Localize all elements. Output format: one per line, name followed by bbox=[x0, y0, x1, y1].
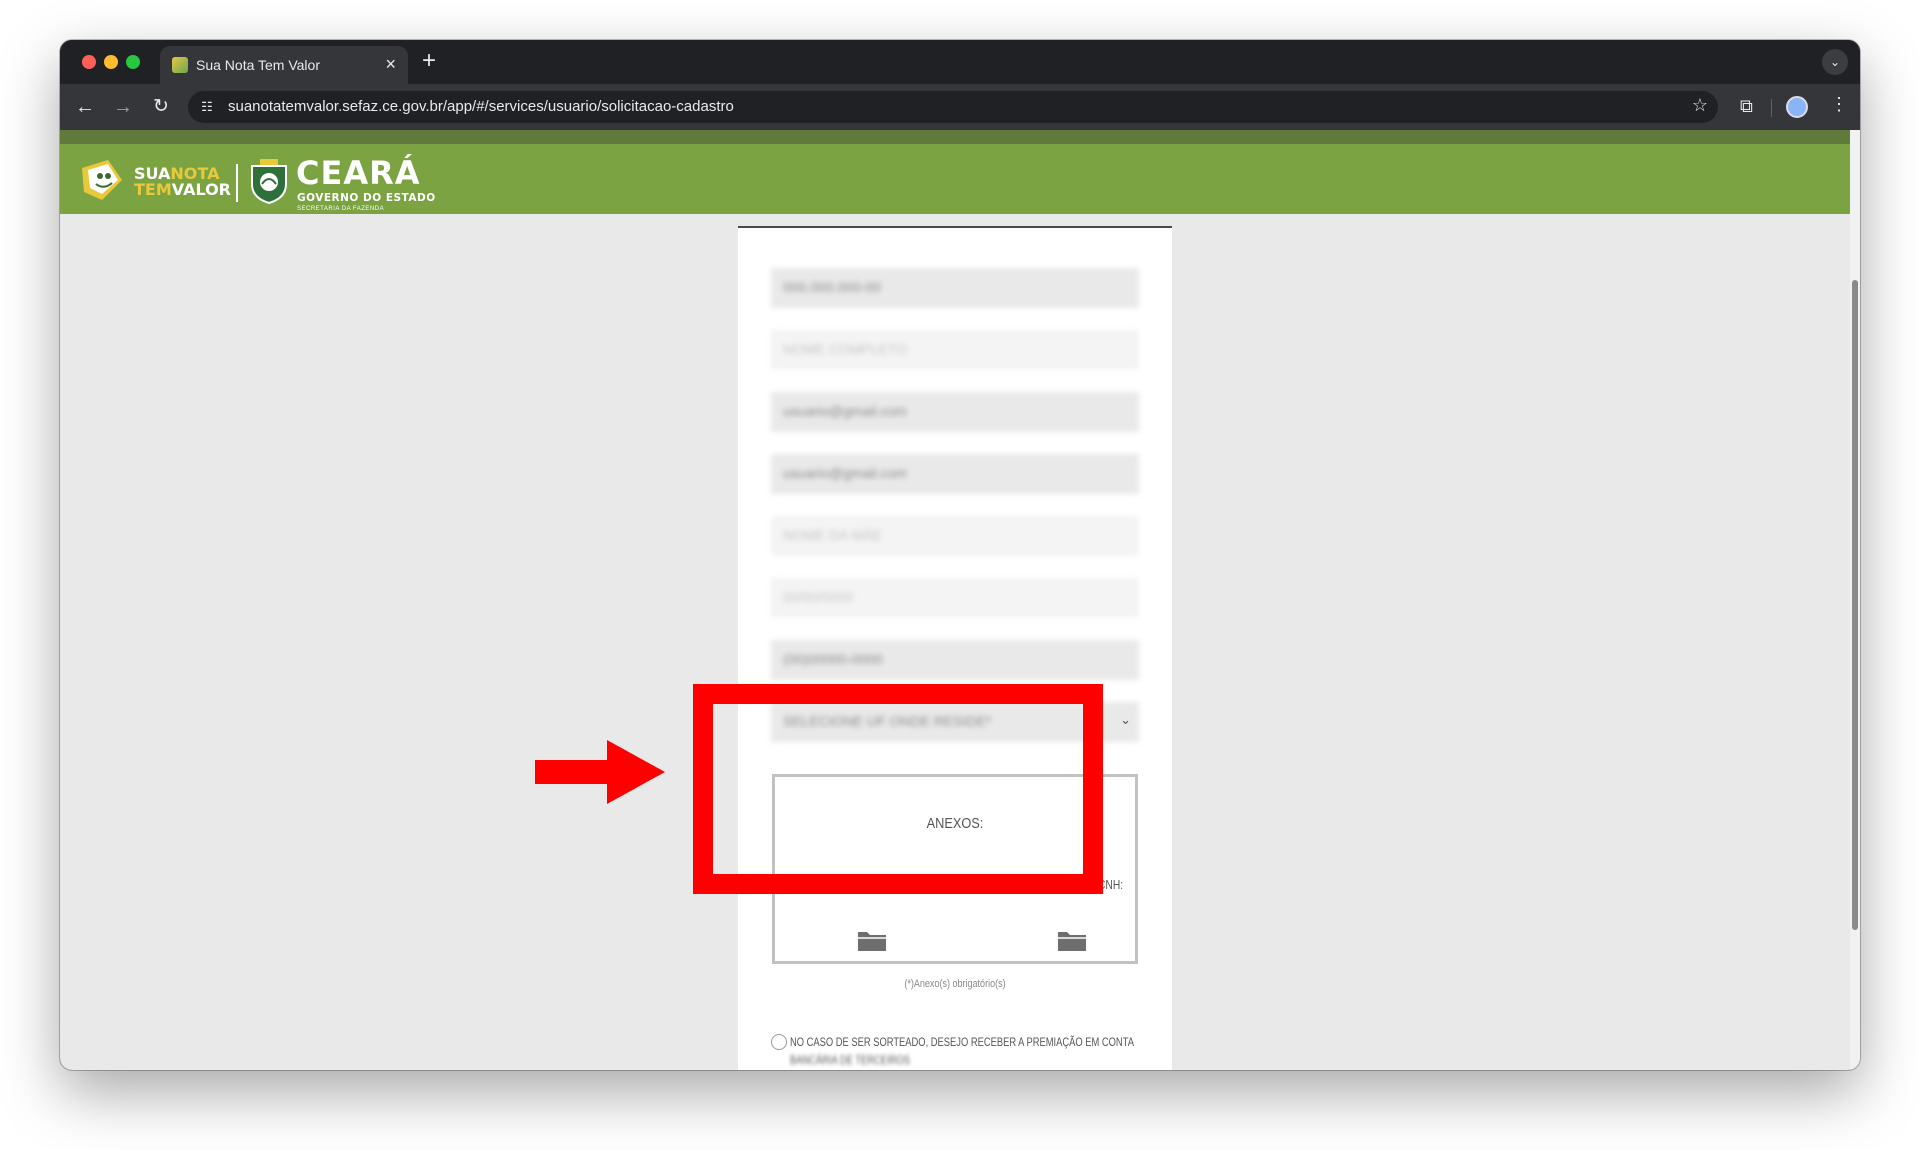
logo-text-line-2: TEMVALOR bbox=[134, 180, 231, 199]
new-tab-button[interactable]: + bbox=[422, 47, 436, 75]
tab-search-icon[interactable]: ⌄ bbox=[1822, 49, 1848, 75]
header-top-strip bbox=[60, 130, 1850, 144]
address-bar[interactable]: ☷ suanotatemvalor.sefaz.ce.gov.br/app/#/… bbox=[188, 91, 1718, 123]
profile-avatar[interactable] bbox=[1786, 96, 1808, 118]
browser-toolbar: ← → ↻ ☷ suanotatemvalor.sefaz.ce.gov.br/… bbox=[60, 84, 1860, 130]
logo-divider bbox=[236, 164, 238, 202]
required-attachments-note: (*)Anexo(s) obrigatório(s) bbox=[904, 978, 1006, 990]
browser-menu-icon[interactable]: ⋮ bbox=[1830, 94, 1848, 115]
close-window-button[interactable] bbox=[82, 55, 96, 69]
minimize-window-button[interactable] bbox=[104, 55, 118, 69]
name-field[interactable]: NOME COMPLETO bbox=[771, 330, 1139, 370]
birthdate-field[interactable]: 00/00/0000 bbox=[771, 578, 1139, 618]
site-favicon-icon bbox=[172, 57, 188, 73]
logo-governo-text: GOVERNO DO ESTADO bbox=[297, 192, 436, 204]
prize-third-party-account-radio[interactable] bbox=[771, 1034, 787, 1050]
browser-window: Sua Nota Tem Valor × + ⌄ ← → ↻ ☷ suanota… bbox=[60, 40, 1860, 1070]
back-icon[interactable]: ← bbox=[72, 94, 98, 120]
logo-secretaria-text: SECRETARIA DA FAZENDA bbox=[297, 206, 385, 212]
sua-nota-tem-valor-logo-icon bbox=[82, 160, 122, 200]
logo-ceara-text: CEARÁ bbox=[296, 154, 421, 192]
mother-name-field[interactable]: NOME DA MÃE bbox=[771, 516, 1139, 556]
tab-strip: Sua Nota Tem Valor × + ⌄ bbox=[60, 40, 1860, 84]
forward-icon[interactable]: → bbox=[110, 94, 136, 120]
extensions-icon[interactable]: ⧉ bbox=[1740, 96, 1753, 117]
phone-field[interactable]: (00)00000-0000 bbox=[771, 640, 1139, 680]
tab-title: Sua Nota Tem Valor bbox=[196, 57, 320, 73]
toolbar-divider bbox=[1771, 99, 1772, 117]
email-confirm-field[interactable]: usuario@gmail.com bbox=[771, 454, 1139, 494]
maximize-window-button[interactable] bbox=[126, 55, 140, 69]
ceara-seal-icon bbox=[251, 159, 287, 204]
prize-option-label-cont: BANCÁRIA DE TERCEIROS bbox=[790, 1053, 910, 1067]
cpf-field[interactable]: 000.000.000-00 bbox=[771, 268, 1139, 308]
url-text[interactable]: suanotatemvalor.sefaz.ce.gov.br/app/#/se… bbox=[228, 98, 734, 115]
scrollbar-thumb[interactable] bbox=[1852, 280, 1858, 930]
folder-icon[interactable] bbox=[857, 928, 887, 952]
site-header: SUANOTA TEMVALOR CEARÁ GOVERNO DO ESTADO… bbox=[60, 144, 1850, 214]
prize-option-label: NO CASO DE SER SORTEADO, DESEJO RECEBER … bbox=[790, 1035, 1134, 1049]
registration-form-panel: 000.000.000-00 NOME COMPLETO usuario@gma… bbox=[738, 226, 1172, 1070]
bookmark-star-icon[interactable]: ☆ bbox=[1692, 95, 1708, 116]
chevron-down-icon: ⌄ bbox=[1120, 712, 1131, 727]
site-info-icon[interactable]: ☷ bbox=[198, 98, 216, 116]
page-viewport: SUANOTA TEMVALOR CEARÁ GOVERNO DO ESTADO… bbox=[60, 130, 1860, 1070]
page-scrollbar[interactable] bbox=[1850, 130, 1860, 1070]
email-field[interactable]: usuario@gmail.com bbox=[771, 392, 1139, 432]
folder-icon[interactable] bbox=[1057, 928, 1087, 952]
tab-sua-nota-tem-valor[interactable]: Sua Nota Tem Valor × bbox=[160, 46, 408, 84]
reload-icon[interactable]: ↻ bbox=[148, 94, 174, 120]
tab-close-icon[interactable]: × bbox=[385, 54, 396, 75]
annex-highlight-box bbox=[693, 684, 1103, 894]
red-arrow-icon bbox=[535, 740, 665, 804]
